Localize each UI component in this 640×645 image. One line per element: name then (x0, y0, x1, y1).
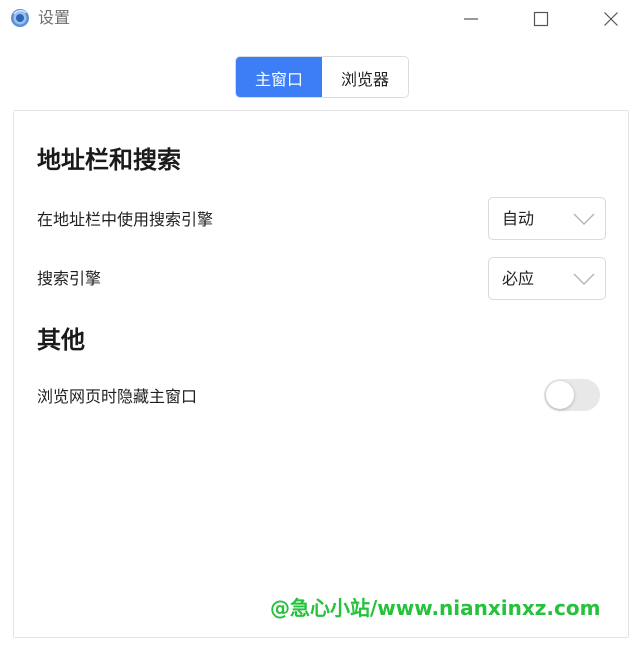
chevron-down-icon (573, 213, 595, 225)
tab-main-window[interactable]: 主窗口 (236, 57, 322, 97)
maximize-button[interactable] (518, 0, 564, 38)
search-engine-value: 必应 (502, 269, 535, 288)
hide-main-window-toggle[interactable] (544, 379, 600, 411)
settings-panel: 地址栏和搜索 在地址栏中使用搜索引擎 自动 搜索引擎 必应 其他 浏览网页时隐藏… (13, 110, 629, 638)
app-logo-icon (11, 9, 29, 27)
use-search-engine-label: 在地址栏中使用搜索引擎 (37, 210, 214, 229)
hide-main-window-label: 浏览网页时隐藏主窗口 (37, 387, 198, 406)
minimize-button[interactable] (448, 0, 494, 38)
watermark-text: @急心小站/www.nianxinxz.com (270, 596, 601, 620)
maximize-icon (533, 11, 549, 27)
chevron-down-icon (573, 273, 595, 285)
toggle-knob (546, 381, 574, 409)
search-engine-select[interactable]: 必应 (488, 257, 606, 300)
window-title: 设置 (38, 8, 71, 27)
settings-tabs: 主窗口 浏览器 (235, 56, 409, 98)
tab-browser[interactable]: 浏览器 (322, 57, 408, 97)
use-search-engine-select[interactable]: 自动 (488, 197, 606, 240)
minimize-icon (464, 18, 478, 20)
search-engine-label: 搜索引擎 (37, 269, 102, 288)
close-button[interactable] (588, 0, 634, 38)
close-icon (604, 12, 618, 26)
section-heading-other: 其他 (37, 326, 85, 354)
section-heading-address-bar: 地址栏和搜索 (37, 146, 181, 174)
use-search-engine-value: 自动 (502, 209, 535, 228)
title-bar: 设置 (0, 0, 640, 38)
